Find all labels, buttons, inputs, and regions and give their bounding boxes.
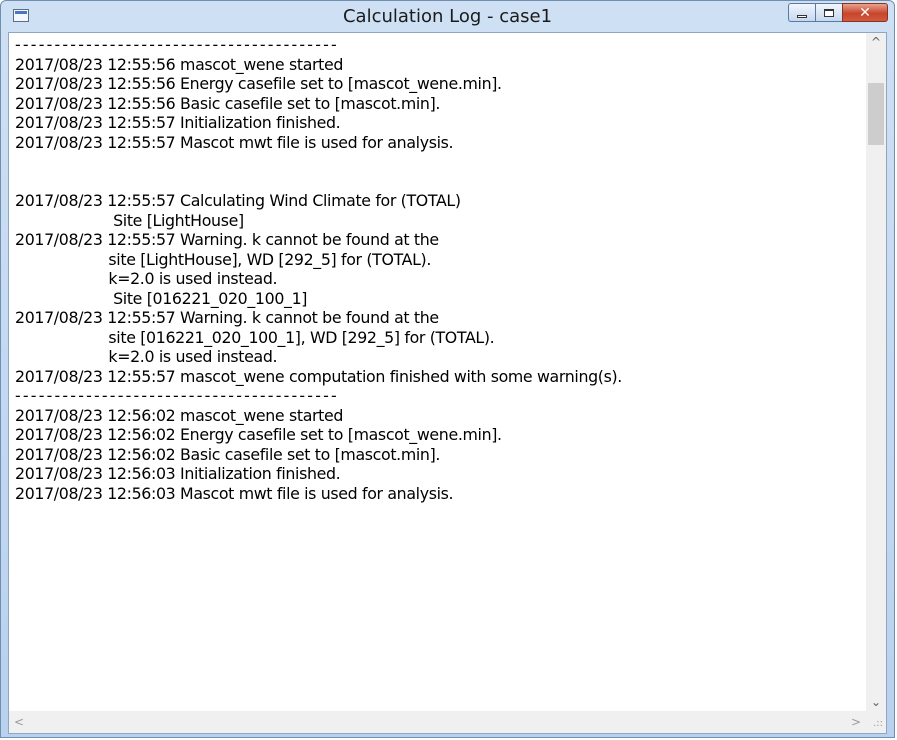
close-icon: ✕ xyxy=(859,4,871,21)
log-line: 2017/08/23 12:55:56 Basic casefile set t… xyxy=(15,93,441,113)
maximize-icon xyxy=(824,8,834,17)
log-line: 2017/08/23 12:55:57 Mascot mwt file is u… xyxy=(15,132,454,152)
scroll-down-arrow-icon[interactable]: ⌄ xyxy=(866,693,886,711)
vertical-scrollbar[interactable]: ^ ⌄ xyxy=(866,33,886,711)
scroll-right-arrow-icon[interactable]: > xyxy=(846,711,866,733)
log-line: 2017/08/23 12:56:03 Initialization finis… xyxy=(15,464,341,483)
log-line: 2017/08/23 12:56:03 Mascot mwt file is u… xyxy=(15,483,454,503)
calculation-log-window: Calculation Log - case1 ✕ --------------… xyxy=(0,0,895,738)
log-line: k=2.0 is used instead. xyxy=(15,269,278,288)
scroll-left-arrow-icon[interactable]: < xyxy=(9,711,29,733)
log-blank-line xyxy=(15,152,866,172)
scroll-up-arrow-icon[interactable]: ^ xyxy=(866,33,886,51)
log-line: 2017/08/23 12:55:57 Calculating Wind Cli… xyxy=(15,191,461,210)
close-button[interactable]: ✕ xyxy=(842,3,888,22)
log-text-area[interactable]: ----------------------------------------… xyxy=(9,33,866,711)
log-line: Site [016221_020_100_1] xyxy=(15,288,308,308)
log-line: 2017/08/23 12:55:57 mascot_wene computat… xyxy=(15,366,622,386)
log-line: Site [LightHouse] xyxy=(15,210,244,230)
horizontal-scrollbar[interactable]: < > xyxy=(9,711,866,733)
log-line: 2017/08/23 12:55:56 mascot_wene started xyxy=(15,54,344,74)
log-separator: ----------------------------------------… xyxy=(15,386,339,405)
log-panel: ----------------------------------------… xyxy=(8,32,887,734)
log-line: 2017/08/23 12:56:02 mascot_wene started xyxy=(15,405,344,425)
maximize-button[interactable] xyxy=(815,3,842,22)
log-line: k=2.0 is used instead. xyxy=(15,347,278,366)
window-title: Calculation Log - case1 xyxy=(342,6,553,27)
minimize-button[interactable] xyxy=(788,3,815,22)
log-line: site [LightHouse], WD [292_5] for (TOTAL… xyxy=(15,249,432,269)
log-line: 2017/08/23 12:55:57 Warning. k cannot be… xyxy=(15,308,439,327)
log-line: 2017/08/23 12:56:02 Basic casefile set t… xyxy=(15,444,441,464)
title-bar[interactable]: Calculation Log - case1 ✕ xyxy=(1,1,894,33)
size-grip-icon[interactable]: .:: xyxy=(866,711,886,733)
log-line: 2017/08/23 12:55:56 Energy casefile set … xyxy=(15,74,502,93)
log-line: site [016221_020_100_1], WD [292_5] for … xyxy=(15,327,495,347)
minimize-icon xyxy=(797,14,807,18)
vertical-scroll-thumb[interactable] xyxy=(868,83,884,145)
log-line: 2017/08/23 12:56:02 Energy casefile set … xyxy=(15,425,502,444)
caption-buttons: ✕ xyxy=(788,3,888,24)
log-separator: ----------------------------------------… xyxy=(15,35,339,54)
log-line: 2017/08/23 12:55:57 Initialization finis… xyxy=(15,113,341,132)
log-blank-line xyxy=(15,172,866,192)
log-line: 2017/08/23 12:55:57 Warning. k cannot be… xyxy=(15,230,439,249)
